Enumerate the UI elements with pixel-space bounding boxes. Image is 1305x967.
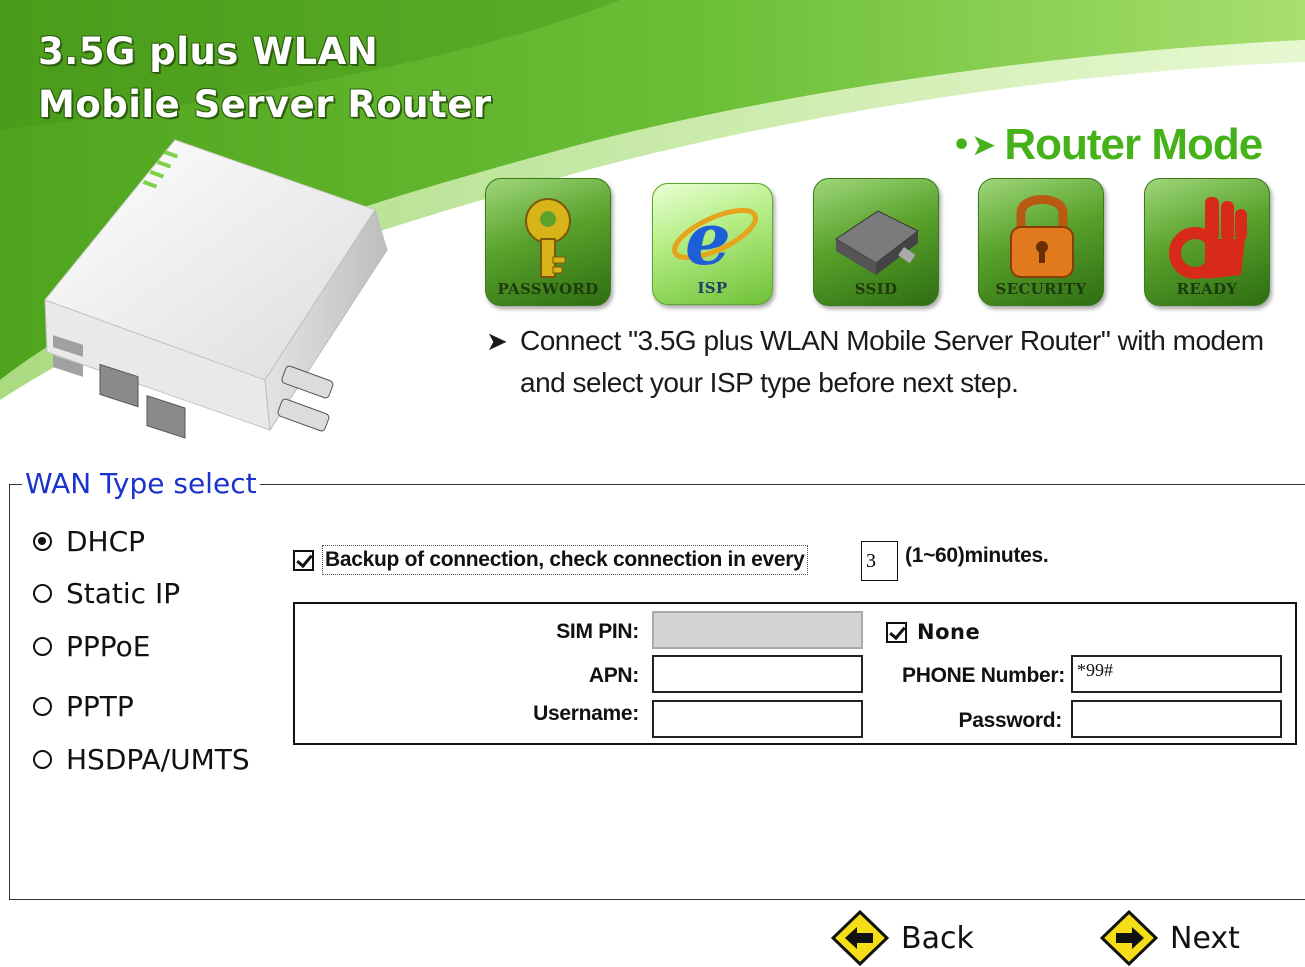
- backup-connection-row: Backup of connection, check connection i…: [293, 543, 808, 577]
- radio-pptp[interactable]: PPTP: [33, 689, 134, 723]
- product-title-line2: Mobile Server Router: [38, 83, 492, 126]
- sim-pin-label: SIM PIN:: [556, 620, 639, 643]
- router-device-image: [44, 139, 388, 439]
- sim-pin-input[interactable]: [652, 611, 863, 649]
- radio-button-icon[interactable]: [33, 749, 52, 769]
- wan-type-legend: WAN Type select: [22, 467, 260, 500]
- radio-button-icon[interactable]: [33, 583, 52, 603]
- sim-pin-none-label: None: [917, 620, 981, 644]
- radio-label: Static IP: [66, 576, 181, 610]
- username-label: Username:: [533, 702, 639, 725]
- next-button-label: Next: [1170, 920, 1240, 956]
- sim-pin-none-checkbox[interactable]: [886, 621, 907, 643]
- arrow-right-icon: [1100, 910, 1158, 966]
- password-label: Password:: [958, 709, 1063, 732]
- radio-button-icon[interactable]: [33, 531, 52, 551]
- backup-checkbox[interactable]: [293, 549, 314, 571]
- backup-minutes-range: (1~60)minutes.: [905, 544, 1049, 567]
- back-button-label: Back: [901, 920, 974, 956]
- radio-label: PPTP: [66, 689, 134, 723]
- back-button[interactable]: Back: [831, 910, 974, 966]
- radio-static-ip[interactable]: Static IP: [33, 576, 180, 610]
- step-label: ISP: [697, 279, 728, 297]
- instruction-text: Connect "3.5G plus WLAN Mobile Server Ro…: [520, 325, 1264, 398]
- apn-label: APN:: [588, 664, 639, 687]
- radio-button-icon[interactable]: [33, 696, 52, 716]
- username-input[interactable]: [652, 700, 863, 738]
- product-title-line1: 3.5G plus WLAN: [38, 30, 379, 73]
- backup-minutes-input[interactable]: 3: [861, 541, 898, 581]
- phone-number-input[interactable]: *99#: [1071, 655, 1282, 693]
- backup-checkbox-label[interactable]: Backup of connection, check connection i…: [322, 545, 808, 575]
- step-label: SSID: [854, 280, 898, 298]
- router-mode-title: •➤ Router Mode: [952, 120, 1263, 170]
- arrow-left-icon: [831, 910, 889, 966]
- step-tile-ready: READY: [1144, 178, 1270, 306]
- svg-text:e: e: [685, 196, 731, 281]
- wizard-window: 3.5G plus WLAN Mobile Server Router •➤ R…: [0, 0, 1305, 967]
- radio-pppoe[interactable]: PPPoE: [33, 629, 150, 663]
- step-tile-security: SECURITY: [978, 178, 1104, 306]
- sim-pin-none-row: None: [886, 620, 980, 644]
- step-label: SECURITY: [995, 280, 1087, 298]
- radio-dhcp[interactable]: DHCP: [33, 524, 145, 558]
- radio-label: PPPoE: [66, 629, 151, 663]
- phone-number-label: PHONE Number:: [902, 664, 1065, 687]
- arrow-bullet-icon: ➤: [486, 326, 508, 356]
- radio-button-icon[interactable]: [33, 636, 52, 656]
- router-mode-text: Router Mode: [1004, 120, 1263, 169]
- radio-label: HSDPA/UMTS: [66, 742, 250, 776]
- step-label: READY: [1176, 280, 1238, 298]
- step-tile-ssid: SSID: [813, 178, 939, 306]
- arrow-bullet-icon: •➤: [952, 127, 997, 163]
- step-tile-password: PASSWORD: [485, 178, 611, 306]
- radio-label: DHCP: [66, 524, 146, 558]
- step-label: PASSWORD: [497, 280, 599, 298]
- radio-hsdpa-umts[interactable]: HSDPA/UMTS: [33, 742, 250, 776]
- password-input[interactable]: [1071, 700, 1282, 738]
- apn-input[interactable]: [652, 655, 863, 693]
- next-button[interactable]: Next: [1100, 910, 1240, 966]
- step-tile-isp: e ISP: [652, 183, 773, 305]
